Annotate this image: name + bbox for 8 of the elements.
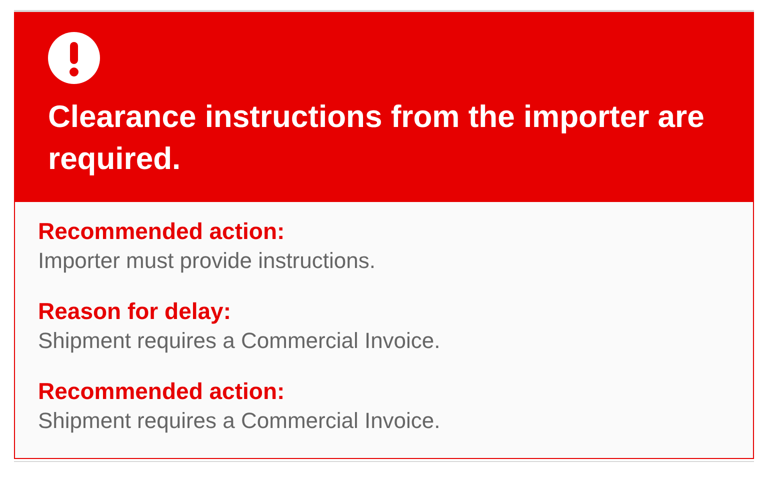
warning-icon	[48, 32, 100, 84]
item-label: Recommended action:	[38, 217, 286, 246]
item-label: Reason for delay:	[38, 297, 232, 326]
item-text: Shipment requires a Commercial Invoice.	[38, 407, 442, 435]
item-text: Shipment requires a Commercial Invoice.	[38, 327, 442, 355]
item-text: Importer must provide instructions.	[38, 247, 376, 275]
item-label: Recommended action:	[38, 377, 286, 406]
alert-title: Clearance instructions from the importer are required.	[48, 98, 706, 178]
